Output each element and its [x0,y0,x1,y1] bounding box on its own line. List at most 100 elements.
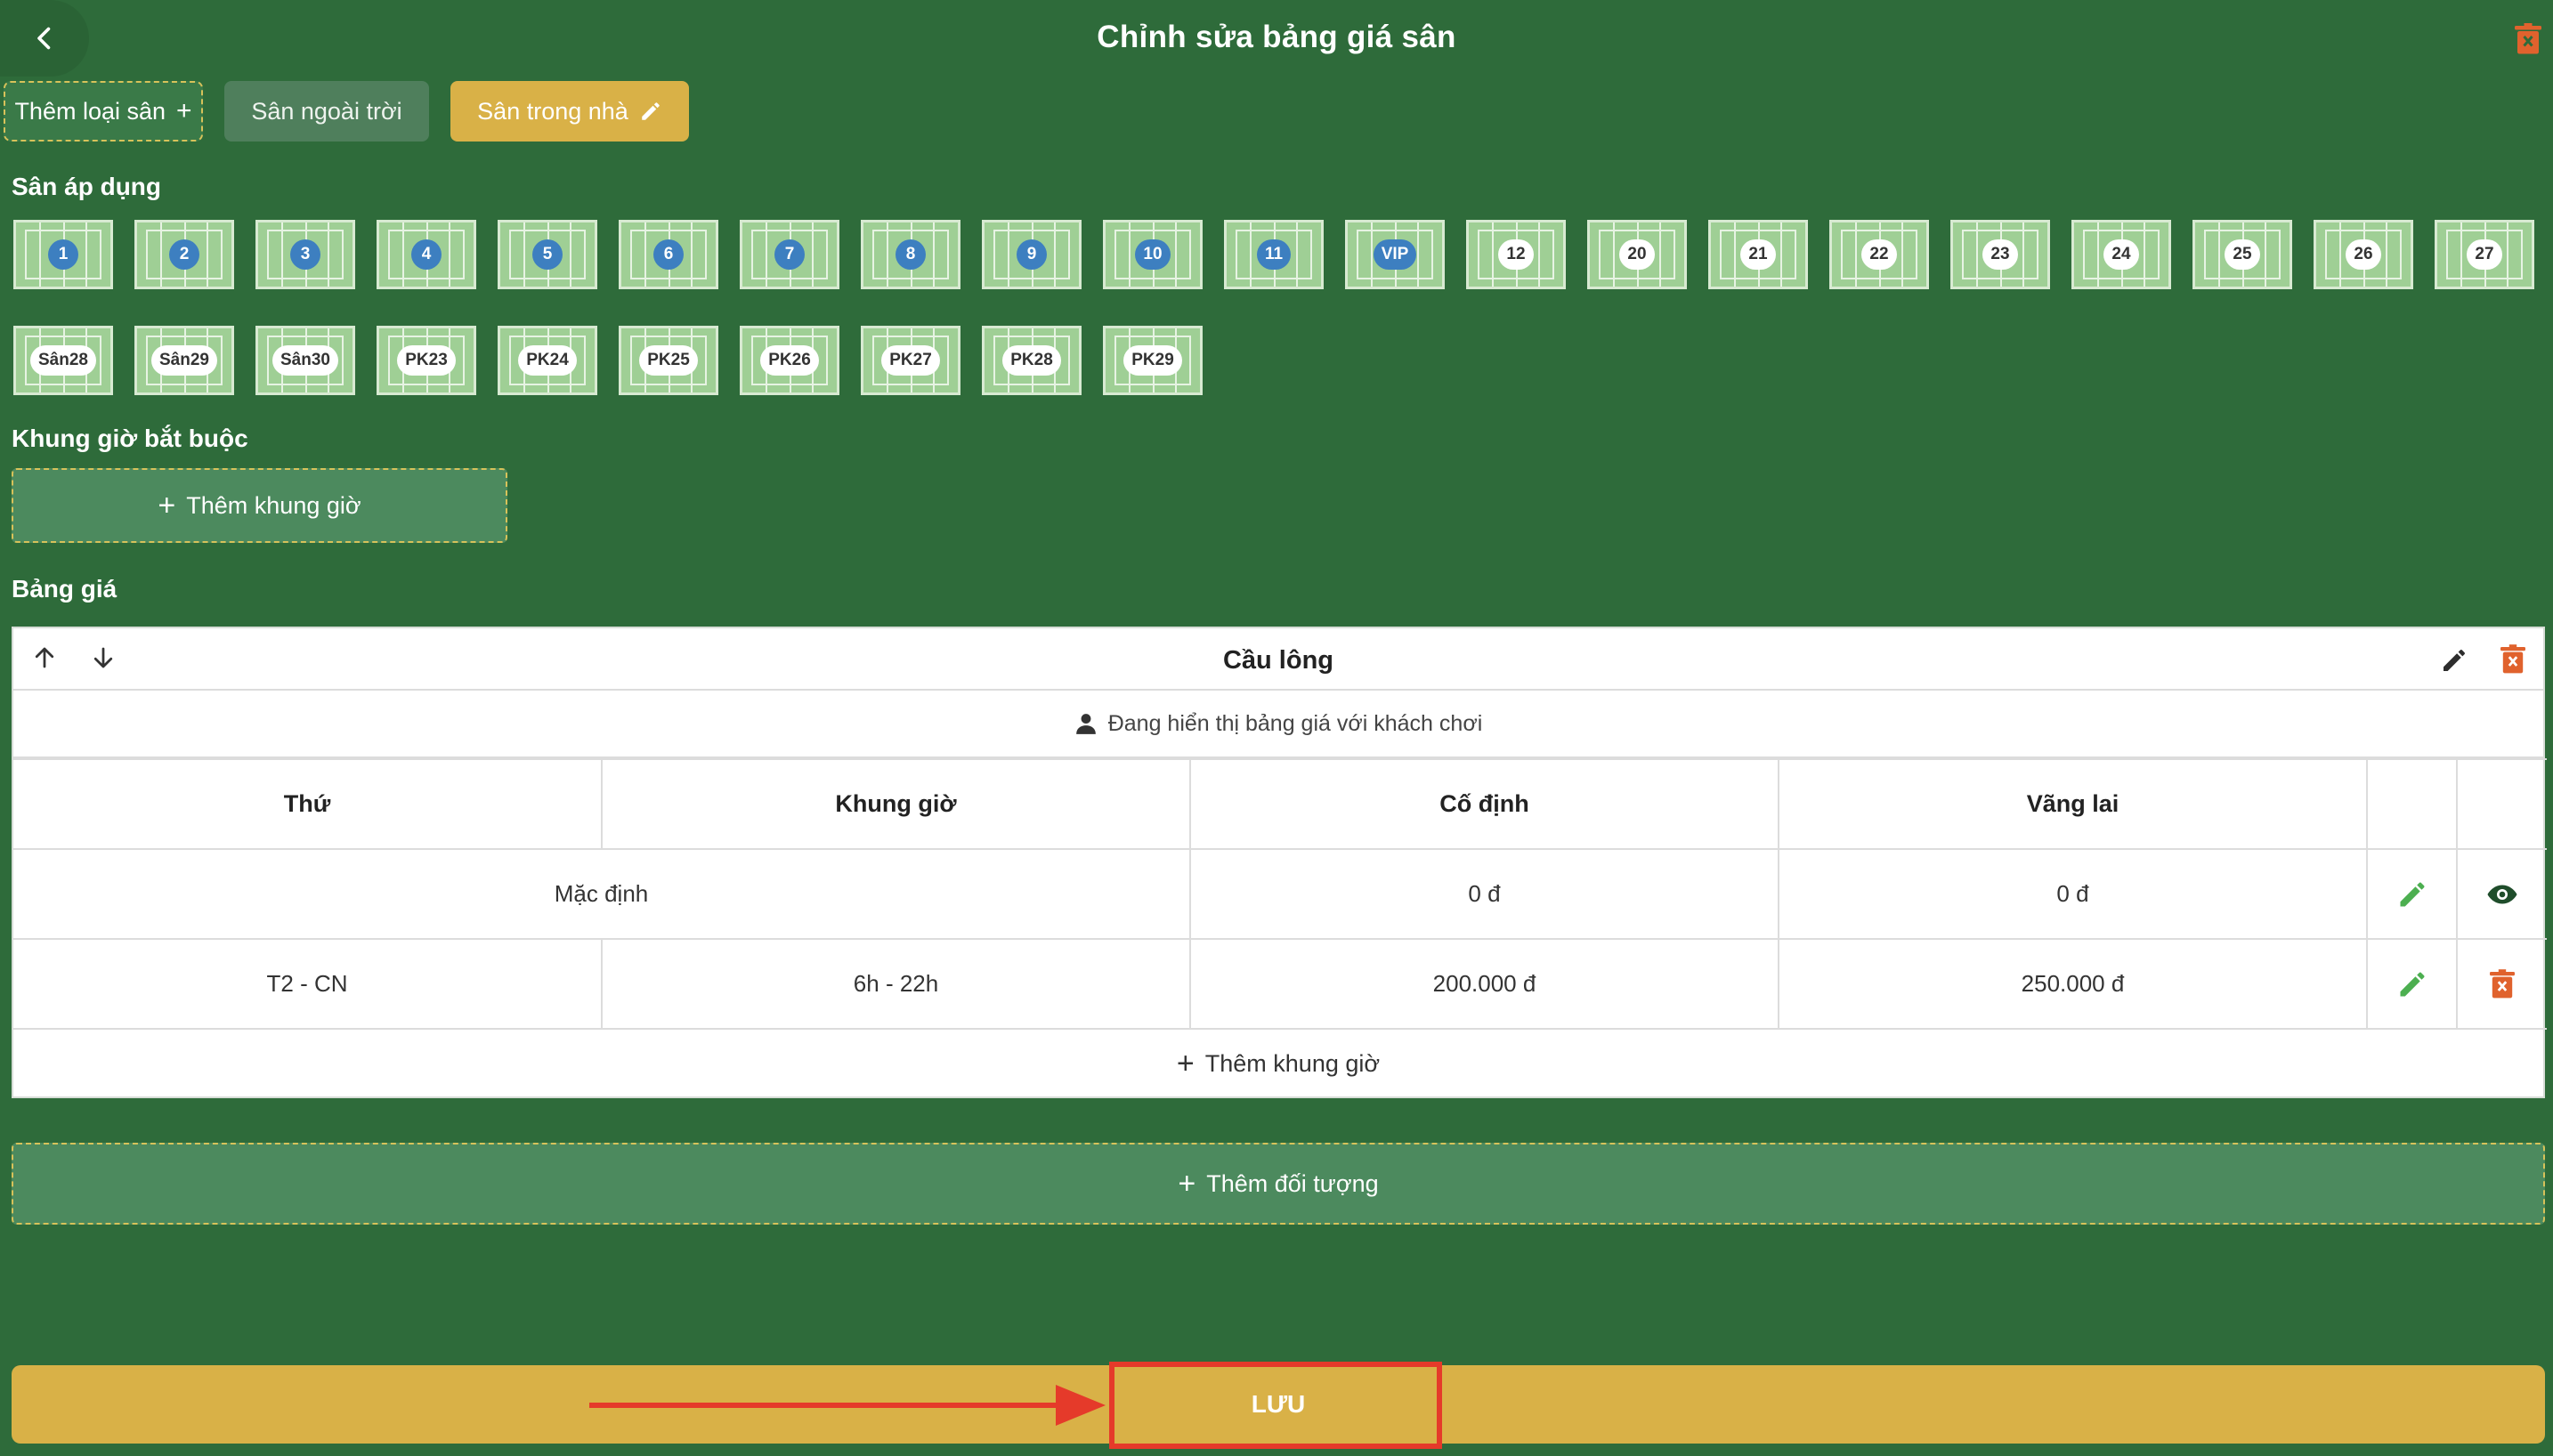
court-tile[interactable]: 12 [1466,220,1566,289]
court-type-tabs: Thêm loại sân + Sân ngoài trời Sân trong… [4,81,689,142]
court-tile[interactable]: Sân30 [255,326,355,395]
column-header-action [2456,758,2547,850]
table-header-row: Thứ Khung giờ Cố định Vãng lai [13,758,2547,850]
delete-icon[interactable] [2500,644,2525,675]
view-cell[interactable] [2456,848,2547,940]
court-tile[interactable]: PK24 [498,326,597,395]
court-badge: 10 [1135,239,1171,270]
page-title: Chỉnh sửa bảng giá sân [1097,20,1456,54]
pencil-icon[interactable] [639,100,662,123]
court-tile[interactable]: 3 [255,220,355,289]
court-tile[interactable]: PK28 [982,326,1082,395]
court-tile[interactable]: 27 [2435,220,2534,289]
add-time-slot-button[interactable]: + Thêm khung giờ [13,1030,2543,1097]
court-tile[interactable]: 20 [1587,220,1687,289]
delete-icon[interactable] [2490,968,2515,999]
court-badge: 4 [411,239,442,270]
courts-section-label: Sân áp dụng [12,173,161,200]
court-badge: PK26 [760,345,819,376]
pencil-icon[interactable] [2396,878,2428,910]
court-tile[interactable]: 5 [498,220,597,289]
delete-icon[interactable] [2514,23,2542,55]
eye-icon[interactable] [2486,878,2518,910]
court-badge: PK28 [1002,345,1061,376]
person-icon [1075,714,1096,734]
court-badge: PK25 [639,345,698,376]
court-tile[interactable]: PK29 [1103,326,1203,395]
court-tile[interactable]: 21 [1708,220,1808,289]
header: Chỉnh sửa bảng giá sân [0,0,2553,77]
court-tile[interactable]: PK23 [377,326,476,395]
court-tile[interactable]: VIP [1345,220,1445,289]
price-card-header: Cầu lông [13,628,2543,691]
court-badge: 12 [1498,239,1534,270]
annotation-arrow-icon [589,1385,1106,1426]
court-tile[interactable]: PK27 [861,326,960,395]
court-badge: 27 [2467,239,2502,270]
row-day: T2 - CN [13,938,603,1030]
courts-row-1: 1 2 3 4 5 6 7 8 9 10 11 VIP 12 20 21 22 23 24 25 26 27 [13,220,2534,289]
court-tile[interactable]: 23 [1950,220,2050,289]
court-tile[interactable]: 26 [2314,220,2413,289]
add-time-slot-label: Thêm khung giờ [1204,1049,1381,1077]
court-tile[interactable]: 25 [2192,220,2292,289]
court-tile[interactable]: 2 [134,220,234,289]
save-button[interactable]: LƯU [12,1365,2545,1444]
court-badge: 21 [1740,239,1776,270]
table-row: T2 - CN 6h - 22h 200.000 đ 250.000 đ [13,938,2547,1030]
court-badge: PK29 [1123,345,1182,376]
tab-outdoor-label: Sân ngoài trời [251,97,402,125]
court-tile[interactable]: 1 [13,220,113,289]
tab-indoor[interactable]: Sân trong nhà [450,81,689,142]
price-info-text: Đang hiển thị bảng giá với khách chơi [1107,710,1483,736]
plus-icon: + [1178,1166,1196,1201]
court-tile[interactable]: 8 [861,220,960,289]
add-object-label: Thêm đối tượng [1206,1169,1379,1197]
court-badge: 6 [653,239,684,270]
add-required-time-label: Thêm khung giờ [186,491,361,519]
court-tile[interactable]: 11 [1224,220,1324,289]
price-card: Cầu lông Đang hiển thị bảng giá với khác… [12,627,2547,1098]
column-header-walkin: Vãng lai [1778,758,2368,850]
court-tile[interactable]: 4 [377,220,476,289]
court-tile[interactable]: 10 [1103,220,1203,289]
default-fixed-price: 0 đ [1189,848,1779,940]
court-tile[interactable]: 9 [982,220,1082,289]
column-header-day: Thứ [13,758,603,850]
pencil-icon[interactable] [2440,646,2468,675]
add-court-type-label: Thêm loại sân [14,97,166,125]
court-tile[interactable]: Sân28 [13,326,113,395]
court-tile[interactable]: Sân29 [134,326,234,395]
price-table: Thứ Khung giờ Cố định Vãng lai Mặc định … [13,758,2547,1030]
add-required-time-button[interactable]: + Thêm khung giờ [12,468,507,543]
add-object-button[interactable]: + Thêm đối tượng [12,1143,2545,1225]
tab-outdoor[interactable]: Sân ngoài trời [224,81,429,142]
court-badge: 24 [2103,239,2139,270]
delete-cell[interactable] [2456,938,2547,1030]
court-badge: 26 [2346,239,2381,270]
pencil-icon[interactable] [2396,968,2428,1000]
edit-cell[interactable] [2366,938,2458,1030]
court-tile[interactable]: PK26 [740,326,839,395]
row-time: 6h - 22h [601,938,1191,1030]
default-label: Mặc định [13,848,1191,940]
court-tile[interactable]: 7 [740,220,839,289]
court-badge: 3 [290,239,320,270]
court-tile[interactable]: 22 [1829,220,1929,289]
plus-icon: + [176,96,192,125]
court-badge: Sân30 [272,345,338,376]
court-badge: 20 [1619,239,1655,270]
court-tile[interactable]: 6 [619,220,718,289]
required-time-label: Khung giờ bắt buộc [12,425,248,452]
price-table-label: Bảng giá [12,575,118,603]
court-tile[interactable]: 24 [2071,220,2171,289]
plus-icon: + [158,488,176,522]
court-badge: 9 [1017,239,1047,270]
tab-indoor-label: Sân trong nhà [477,97,628,125]
save-label: LƯU [1251,1390,1306,1418]
court-badge: 11 [1256,239,1292,270]
court-tile[interactable]: PK25 [619,326,718,395]
add-court-type-button[interactable]: Thêm loại sân + [4,81,203,142]
sport-name: Cầu lông [1222,646,1334,675]
edit-cell[interactable] [2366,848,2458,940]
